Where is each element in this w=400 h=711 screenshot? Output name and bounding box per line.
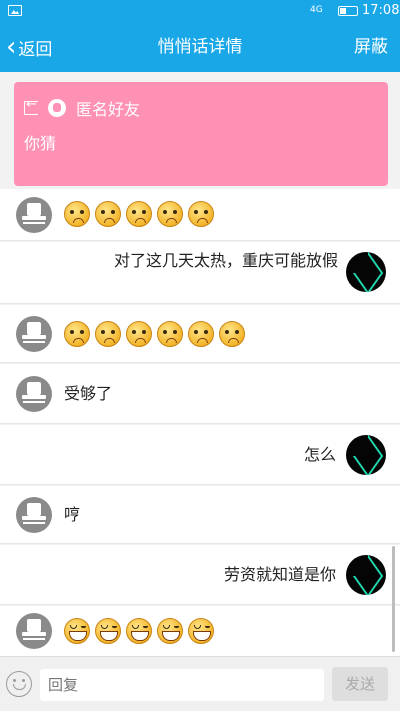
anonymous-card: 匿名好友 你猜 [14, 82, 388, 186]
anonymous-avatar[interactable] [16, 613, 52, 649]
sad-emoji-icon [188, 201, 214, 227]
list-item [0, 189, 400, 241]
anonymous-avatar[interactable] [16, 497, 52, 533]
grin-emoji-icon [188, 618, 214, 644]
title-bar: ‹ 返回 悄悄话详情 屏蔽 [0, 22, 400, 72]
battery-icon [338, 6, 358, 16]
list-item [0, 305, 400, 363]
emoji-row [64, 321, 250, 347]
self-avatar[interactable] [346, 252, 386, 292]
mask-icon [48, 99, 66, 117]
sad-emoji-icon [157, 321, 183, 347]
emoji-row [64, 618, 219, 644]
message-text: 受够了 [64, 384, 113, 403]
sad-emoji-icon [126, 201, 152, 227]
grin-emoji-icon [64, 618, 90, 644]
sad-emoji-icon [188, 321, 214, 347]
sad-emoji-icon [64, 201, 90, 227]
self-avatar[interactable] [346, 555, 386, 595]
status-bar: 4G 17:08 [0, 0, 400, 22]
list-item: 哼 [0, 486, 400, 544]
grin-emoji-icon [157, 618, 183, 644]
anonymous-avatar[interactable] [16, 376, 52, 412]
block-button[interactable]: 屏蔽 [354, 22, 388, 72]
message-text: 对了这几天太热，重庆可能放假 [114, 251, 339, 270]
sad-emoji-icon [95, 201, 121, 227]
send-button[interactable]: 发送 [332, 667, 388, 701]
emoji-row [64, 201, 219, 227]
sad-emoji-icon [95, 321, 121, 347]
card-message: 你猜 [24, 134, 57, 153]
scrollbar[interactable] [392, 546, 395, 652]
anonymous-avatar[interactable] [16, 197, 52, 233]
page-title: 悄悄话详情 [157, 37, 243, 57]
network-indicator: 4G [310, 5, 323, 15]
anonymous-avatar[interactable] [16, 316, 52, 352]
input-bar: 发送 [0, 656, 400, 711]
grin-emoji-icon [95, 618, 121, 644]
grin-emoji-icon [126, 618, 152, 644]
sad-emoji-icon [126, 321, 152, 347]
list-item: 对了这几天太热，重庆可能放假 [0, 242, 400, 304]
anonymous-name: 匿名好友 [76, 100, 141, 119]
message-list[interactable]: 匿名好友 你猜 对了这几天太热，重庆可能放假 受够了 [0, 72, 400, 656]
message-text: 怎么 [303, 445, 336, 464]
sad-emoji-icon [64, 321, 90, 347]
list-item: 受够了 [0, 364, 400, 424]
list-item [0, 606, 400, 656]
exit-icon[interactable] [24, 97, 38, 115]
message-text: 哼 [64, 505, 81, 524]
gallery-notification-icon [8, 5, 22, 16]
list-item: 怎么 [0, 425, 400, 485]
message-text: 劳资就知道是你 [223, 565, 336, 584]
sad-emoji-icon [219, 321, 245, 347]
emoji-picker-icon[interactable] [6, 671, 32, 697]
self-avatar[interactable] [346, 435, 386, 475]
clock: 17:08 [362, 3, 400, 18]
reply-input[interactable] [40, 669, 324, 701]
list-item: 劳资就知道是你 [0, 545, 400, 605]
sad-emoji-icon [157, 201, 183, 227]
